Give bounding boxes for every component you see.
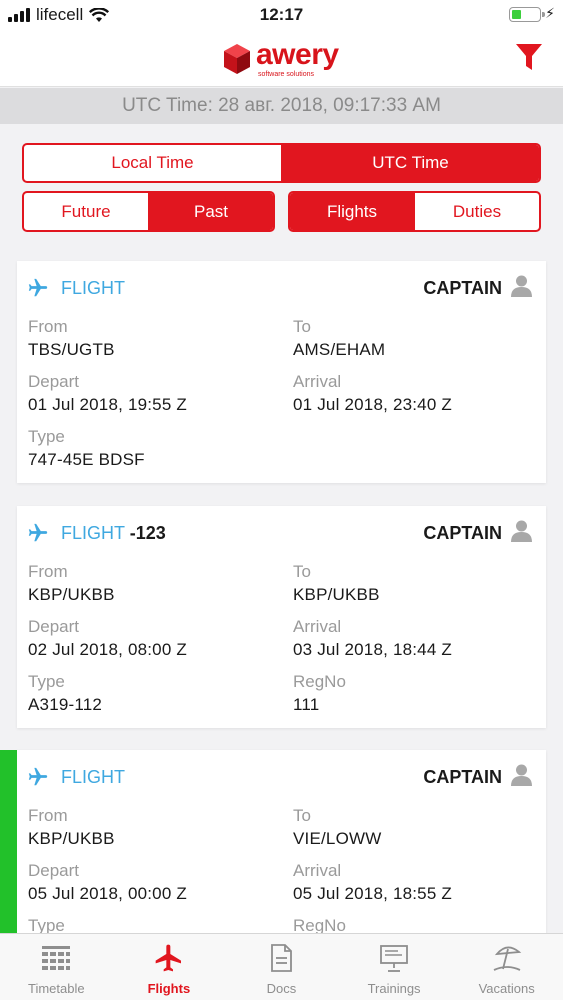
crew-role: CAPTAIN: [423, 523, 502, 543]
app-header: awery software solutions: [0, 30, 563, 87]
depart-field: Depart 02 Jul 2018, 08:00 Z: [28, 617, 188, 659]
depart-field: Depart 05 Jul 2018, 00:00 Z: [28, 861, 188, 903]
flight-card[interactable]: FLIGHT CAPTAIN From TBS/UGTB To AMS/EHAM D…: [17, 261, 546, 483]
flights-option[interactable]: Flights: [290, 193, 414, 230]
plane-icon: [28, 523, 48, 542]
flight-type-label: FLIGHT: [61, 278, 126, 298]
tab-label: Flights: [147, 981, 191, 996]
from-field: From TBS/UGTB: [28, 317, 115, 359]
flight-card[interactable]: FLIGHT -123 CAPTAIN From KBP/UKBB To KBP/U…: [17, 506, 546, 728]
plane-icon: [28, 767, 48, 786]
from-field: From KBP/UKBB: [28, 562, 115, 604]
future-option[interactable]: Future: [24, 193, 148, 230]
utc-time-option[interactable]: UTC Time: [281, 145, 539, 181]
tab-trainings[interactable]: Trainings: [338, 934, 451, 1000]
user-icon: [511, 520, 532, 542]
presentation-icon: [380, 945, 408, 972]
from-field: From KBP/UKBB: [28, 806, 115, 848]
regno-field: RegNo 111: [293, 672, 346, 714]
tab-docs[interactable]: Docs: [225, 934, 338, 1000]
time-zone-toggle: Local Time UTC Time: [22, 143, 541, 183]
aircraft-type-field: Type A319-112: [28, 672, 103, 714]
flight-number: -123: [129, 523, 166, 543]
to-field: To VIE/LOWW: [293, 806, 382, 848]
duties-option[interactable]: Duties: [414, 193, 539, 230]
plane-icon: [155, 944, 181, 972]
aircraft-type-field: Type 747-45E BDSF: [28, 427, 145, 469]
flight-type-label: FLIGHT -123: [61, 523, 166, 543]
charging-icon: ⚡: [545, 5, 555, 21]
crew-role: CAPTAIN: [423, 278, 502, 298]
tab-label: Timetable: [27, 981, 85, 996]
depart-field: Depart 01 Jul 2018, 19:55 Z: [28, 372, 188, 414]
crew-role: CAPTAIN: [423, 767, 502, 787]
period-toggle: Future Past: [22, 191, 275, 232]
timetable-icon: [42, 946, 71, 970]
past-option[interactable]: Past: [148, 193, 273, 230]
flight-card-active[interactable]: FLIGHT CAPTAIN From KBP/UKBB To VIE/LOWW D…: [0, 750, 546, 960]
arrival-field: Arrival 01 Jul 2018, 23:40 Z: [293, 372, 453, 414]
awery-logo: awery software solutions: [222, 40, 339, 78]
logo-name: awery: [256, 38, 339, 71]
tab-bar: Timetable Flights Docs Trainings Vacatio…: [0, 933, 563, 1000]
filter-icon[interactable]: [515, 42, 543, 72]
beach-umbrella-icon: [493, 946, 521, 971]
tab-timetable[interactable]: Timetable: [0, 934, 113, 1000]
utc-time-banner: UTC Time: 28 авг. 2018, 09:17:33 AM: [0, 88, 563, 124]
local-time-option[interactable]: Local Time: [24, 145, 281, 181]
plane-icon: [28, 278, 48, 297]
user-icon: [511, 275, 532, 297]
clock: 12:17: [259, 5, 304, 24]
tab-flights[interactable]: Flights: [113, 934, 226, 1000]
active-indicator-bar: [0, 750, 17, 960]
battery-icon: [509, 7, 545, 22]
arrival-field: Arrival 03 Jul 2018, 18:44 Z: [293, 617, 453, 659]
awery-cube-icon: [224, 44, 250, 74]
flight-type-label: FLIGHT: [61, 767, 126, 787]
tab-label: Vacations: [478, 981, 535, 996]
logo-subtitle: software solutions: [258, 71, 315, 78]
user-icon: [511, 764, 532, 786]
tab-label: Trainings: [367, 981, 421, 996]
type-toggle: Flights Duties: [288, 191, 541, 232]
arrival-field: Arrival 05 Jul 2018, 18:55 Z: [293, 861, 453, 903]
to-field: To KBP/UKBB: [293, 562, 380, 604]
to-field: To AMS/EHAM: [293, 317, 386, 359]
document-icon: [271, 944, 293, 972]
tab-vacations[interactable]: Vacations: [450, 934, 563, 1000]
status-bar: lifecell 12:17 ⚡: [0, 0, 563, 30]
tab-label: Docs: [266, 981, 297, 996]
